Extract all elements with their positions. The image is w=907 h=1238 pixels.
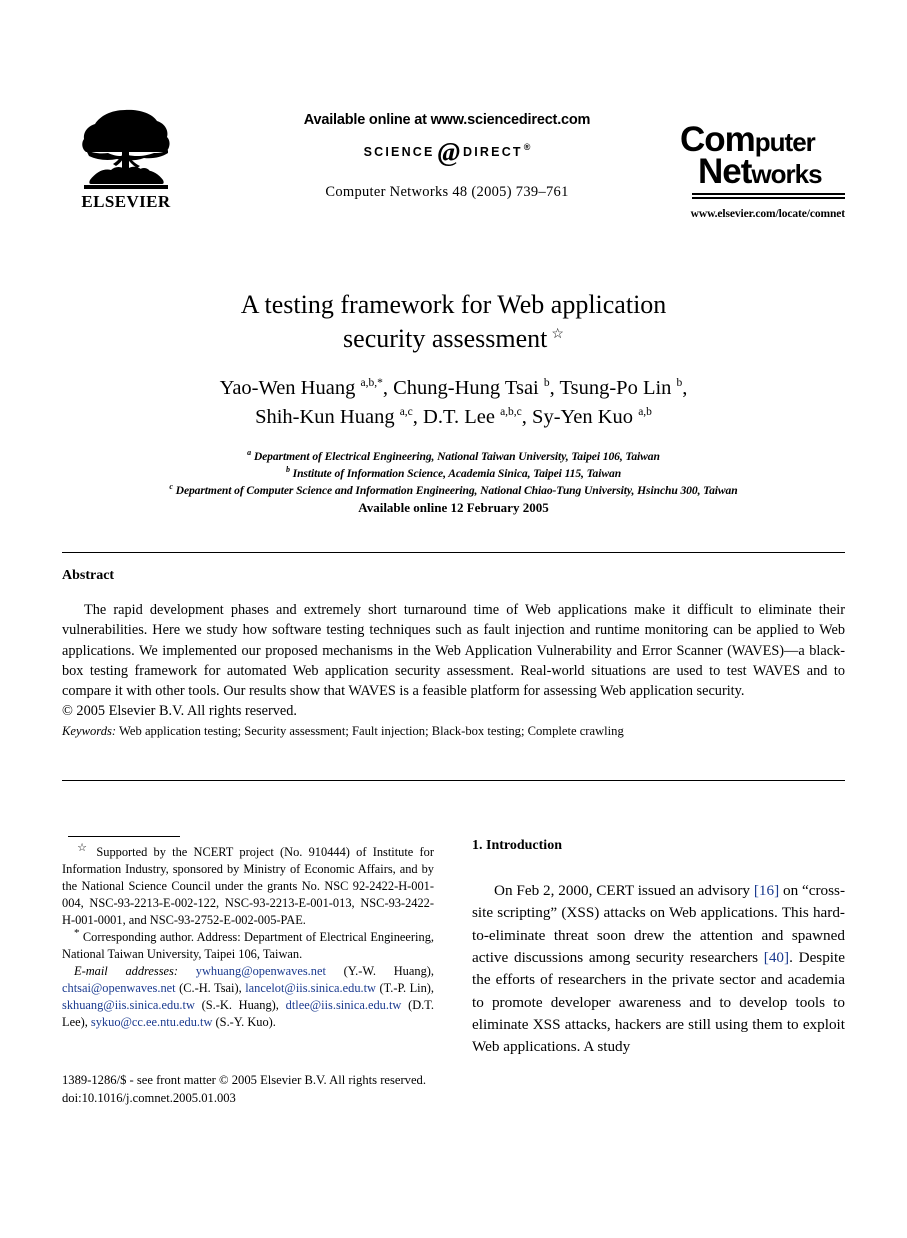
available-online-date: Available online 12 February 2005 [358,500,549,515]
footnote-separator-rule [68,836,180,837]
corresponding-author-text: Corresponding author. Address: Departmen… [62,929,434,961]
available-online-text: Available online at www.sciencedirect.co… [303,112,591,128]
elsevier-logo: ELSEVIER [70,106,182,210]
elsevier-wordmark: ELSEVIER [81,192,171,211]
intro-text-1: On Feb 2, 2000, CERT issued an advisory [494,882,754,899]
email-link-3[interactable]: lancelot@iis.sinica.edu.tw [245,981,376,995]
citation-16[interactable]: [16] [754,882,779,899]
abstract-body: The rapid development phases and extreme… [62,600,845,722]
author-list: Yao-Wen Huang a,b,*, Chung-Hung Tsai b, … [62,374,845,432]
journal-logo-rules [692,193,845,200]
author-line-1: Yao-Wen Huang a,b,*, Chung-Hung Tsai b, … [219,377,688,399]
keywords-label: Keywords: [62,724,117,738]
sciencedirect-block: Available online at www.sciencedirect.co… [232,112,662,201]
citation-40[interactable]: [40] [764,949,789,966]
journal-reference: Computer Networks 48 (2005) 739–761 [325,183,569,200]
affiliation-a: a Department of Electrical Engineering, … [247,448,660,463]
sciencedirect-direct-word: DIRECT [463,144,523,159]
title-line-2: security assessment [343,324,548,354]
journal-logo: Computer Networks www.elsevier.com/locat… [662,120,845,220]
email-link-6[interactable]: sykuo@cc.ee.ntu.edu.tw [91,1015,213,1029]
email-link-4[interactable]: skhuang@iis.sinica.edu.tw [62,998,195,1012]
affiliation-a-text: Department of Electrical Engineering, Na… [253,450,660,463]
email-person-1: (Y.-W. Huang), [343,963,434,978]
introduction-column: 1. Introduction On Feb 2, 2000, CERT iss… [472,838,845,1059]
page-title: A testing framework for Web application … [62,288,845,357]
abstract-paragraph: The rapid development phases and extreme… [62,602,845,700]
abstract-copyright: © 2005 Elsevier B.V. All rights reserved… [62,703,297,720]
title-line-1: A testing framework for Web application [240,290,667,319]
doi-line: doi:10.1016/j.comnet.2005.01.003 [62,1090,236,1105]
at-symbol-icon: @ [437,137,461,167]
issn-line: 1389-1286/$ - see front matter © 2005 El… [62,1073,426,1087]
affiliation-c: c Department of Computer Science and Inf… [169,482,738,498]
elsevier-tree-icon [82,109,170,189]
email-link-2[interactable]: chtsai@openwaves.net [62,981,176,995]
introduction-paragraph: On Feb 2, 2000, CERT issued an advisory … [472,880,845,1059]
corresponding-author-marker: * [74,926,80,939]
paper-page: ELSEVIER Available online at www.science… [0,0,907,1238]
footnote-column: ☆ Supported by the NCERT project (No. 91… [62,841,434,1031]
sciencedirect-logo: SCIENCE @ DIRECT ® [232,137,662,167]
funding-footnote-marker: ☆ [74,841,91,854]
issn-footer: 1389-1286/$ - see front matter © 2005 El… [62,1072,482,1108]
keywords: Keywords: Web application testing; Secur… [62,724,845,739]
affiliation-b: b Institute of Information Science, Acad… [285,465,622,481]
author-line-2: Shih-Kun Huang a,c, D.T. Lee a,b,c, Sy-Y… [255,406,652,429]
email-person-3: (T.-P. Lin), [379,980,434,995]
affiliation-c-text: Department of Computer Science and Infor… [175,484,738,498]
registered-trademark-icon: ® [523,141,531,152]
abstract-heading: Abstract [62,568,115,583]
funding-footnote-text: Supported by the NCERT project (No. 9104… [62,845,434,927]
title-footnote-marker: ☆ [551,326,564,342]
journal-logo-line1: Computer [680,120,816,159]
email-person-4: (S.-K. Huang), [201,997,279,1012]
paper-title: A testing framework for Web application … [62,288,845,357]
email-link-1[interactable]: ywhuang@openwaves.net [196,964,326,978]
sciencedirect-science-word: SCIENCE [363,144,435,159]
funding-footnote: ☆ Supported by the NCERT project (No. 91… [62,841,434,929]
divider-rule-middle [62,780,845,781]
email-person-2: (C.-H. Tsai), [179,980,242,995]
masthead: ELSEVIER Available online at www.science… [62,104,845,244]
keywords-value: Web application testing; Security assess… [119,724,624,738]
email-addresses-label: E-mail addresses: [74,963,179,978]
affiliation-list: a Department of Electrical Engineering, … [62,448,845,499]
journal-logo-line2: Networks [698,151,823,191]
email-addresses-footnote: E-mail addresses: ywhuang@openwaves.net … [62,963,434,1031]
journal-url[interactable]: www.elsevier.com/locate/comnet [662,208,845,220]
introduction-heading: 1. Introduction [472,838,562,853]
email-person-6: (S.-Y. Kuo). [215,1014,276,1029]
affiliation-b-text: Institute of Information Science, Academ… [292,467,622,481]
email-link-5[interactable]: dtlee@iis.sinica.edu.tw [286,998,402,1012]
corresponding-author-footnote: * Corresponding author. Address: Departm… [62,926,434,963]
divider-rule-top [62,552,845,553]
